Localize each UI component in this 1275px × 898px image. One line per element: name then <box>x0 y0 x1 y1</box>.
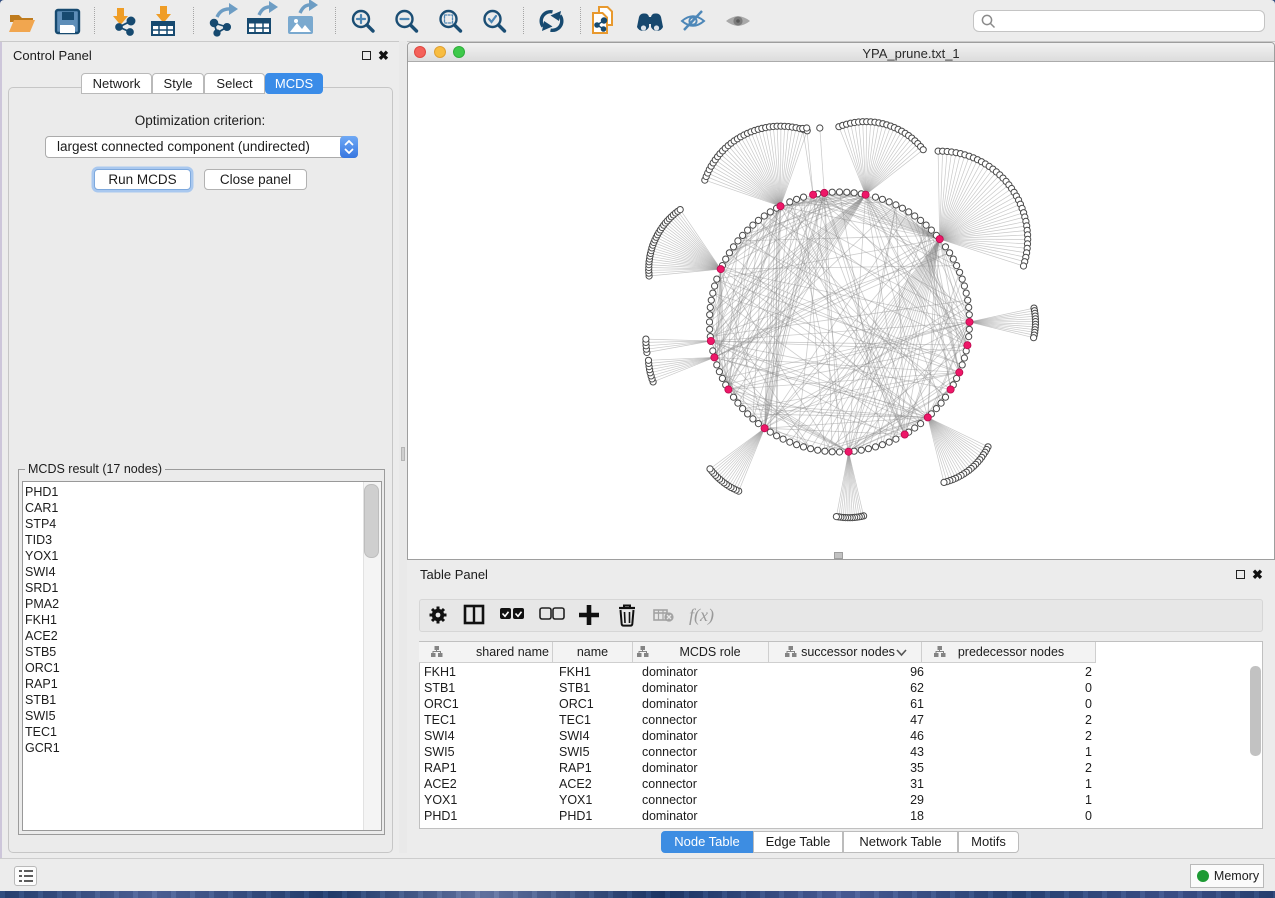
svg-text:f(x): f(x) <box>689 605 714 626</box>
